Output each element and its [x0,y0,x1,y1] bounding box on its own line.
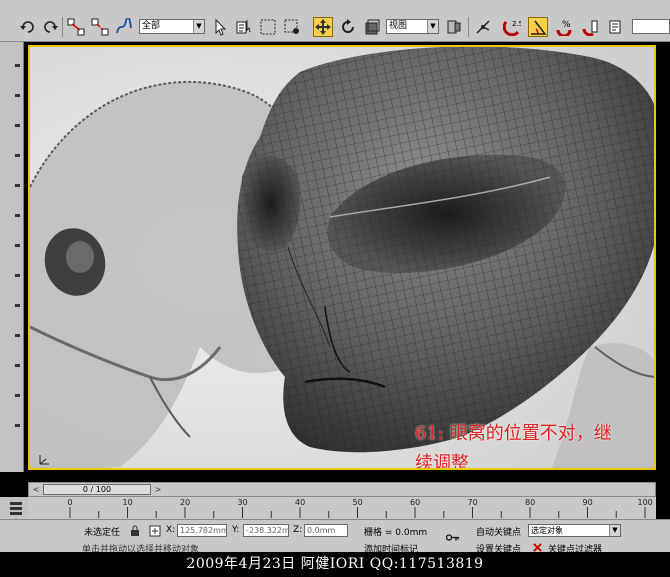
select-object-icon[interactable] [210,17,230,37]
key-mode-value: 选定对象 [531,526,563,535]
strip-marker [15,274,20,277]
viewport-scene [30,47,654,468]
strip-marker [15,214,20,217]
key-mode-select[interactable]: 选定对象 ▼ [528,524,621,537]
svg-text:2.5: 2.5 [512,20,521,28]
scale-icon[interactable] [362,17,382,37]
ruler-tick-label: 40 [295,498,306,507]
ruler-tick-label: 60 [410,498,421,507]
angle-snap-icon[interactable] [528,17,548,37]
strip-marker [15,304,20,307]
percent-snap-icon[interactable]: % [554,17,574,37]
chevron-down-icon: ▼ [193,20,204,33]
absolute-mode-icon[interactable] [148,524,162,538]
lock-selection-icon[interactable] [128,524,142,538]
strip-marker [15,64,20,67]
ruler-tick-label: 70 [467,498,478,507]
reference-coord-select[interactable]: 视图 ▼ [386,19,439,34]
ruler-tick-label: 0 [67,498,73,507]
ruler-tick-label: 100 [637,498,653,507]
pivot-icon[interactable] [444,17,464,37]
annotation-text: 61: 眼窝的位置不对，继 续调整 [415,419,654,470]
named-selection-set-field[interactable] [632,19,670,34]
perspective-viewport[interactable]: 61: 眼窝的位置不对，继 续调整 [28,45,656,470]
status-bar: 未选定任 X: 125.782mm Y: -238.322m Z: 0.0mm … [0,519,670,555]
bind-space-warp-icon[interactable] [114,17,134,37]
window-crossing-icon[interactable] [282,17,302,37]
undo-icon[interactable] [18,17,38,37]
time-slider-track[interactable]: < 0 / 100 > [28,482,656,497]
ruler-tick-label: 20 [180,498,191,507]
strip-marker [15,424,20,427]
key-icon[interactable] [446,530,460,544]
svg-text:%: % [562,20,571,30]
chevron-down-icon: ▼ [609,525,620,536]
select-by-name-icon[interactable] [234,17,254,37]
rect-selection-icon[interactable] [258,17,278,37]
ruler-tick-label: 80 [525,498,536,507]
z-coordinate-field[interactable]: 0.0mm [304,524,348,537]
y-label: Y: [232,525,240,535]
annotation-line-2: 续调整 [415,453,469,470]
x-label: X: [166,525,176,535]
axis-tripod-icon [39,455,49,465]
strip-marker [15,244,20,247]
manipulate-icon[interactable] [473,17,493,37]
unlink-icon[interactable] [90,17,110,37]
track-bar[interactable]: 0 10 20 30 40 50 60 70 80 90 100 [28,497,656,519]
move-icon[interactable] [313,17,333,37]
ruler-tick-label: 10 [122,498,133,507]
selection-filter-select[interactable]: 全部 ▼ [139,19,205,34]
strip-marker [15,334,20,337]
redo-icon[interactable] [40,17,60,37]
auto-key-button[interactable]: 自动关键点 [476,525,521,538]
ruler-tick-label: 90 [582,498,593,507]
strip-marker [15,184,20,187]
chevron-down-icon: ▼ [427,20,438,33]
x-coordinate-field[interactable]: 125.782mm [177,524,227,537]
strip-marker [15,364,20,367]
ruler-tick-label: 30 [237,498,248,507]
grid-size-label: 栅格 = 0.0mm [364,528,428,538]
y-coordinate-field[interactable]: -238.322m [243,524,289,537]
rotate-icon[interactable] [338,17,358,37]
ruler-tick-label: 50 [352,498,363,507]
left-command-strip [0,42,24,472]
strip-marker [15,124,20,127]
strip-marker [15,94,20,97]
z-label: Z: [293,525,303,535]
select-link-icon[interactable] [66,17,86,37]
strip-marker [15,154,20,157]
prev-frame-button[interactable]: < [31,484,41,495]
main-toolbar: 全部 ▼ 视图 ▼ 2.5 % [0,0,670,42]
caption-footer: 2009年4月23日 阿健IORI QQ:117513819 [0,552,670,577]
trackbar-toggle-icon[interactable] [0,497,28,519]
snap-icon[interactable]: 2.5 [502,17,522,37]
strip-marker [15,394,20,397]
spinner-snap-icon[interactable] [580,17,600,37]
annotation-line-1: 61: 眼窝的位置不对，继 [415,423,612,444]
named-selection-icon[interactable] [606,17,626,37]
next-frame-button[interactable]: > [153,484,163,495]
selection-status: 未选定任 [84,528,121,538]
time-slider-thumb[interactable]: 0 / 100 [43,484,151,495]
